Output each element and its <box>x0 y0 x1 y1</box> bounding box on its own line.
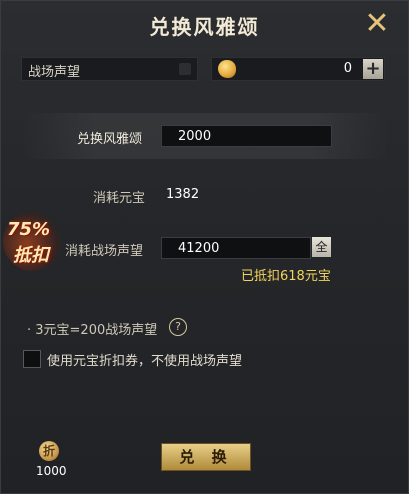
reputation-label: 战场声望 <box>28 65 81 80</box>
discount-label: 抵扣 <box>13 245 49 266</box>
use-coupon-label[interactable]: 使用元宝折扣券，不使用战场声望 <box>47 350 242 369</box>
cost-yuanbao-label: 消耗元宝 <box>93 191 146 206</box>
use-coupon-checkbox[interactable] <box>23 350 41 368</box>
reputation-icon <box>179 63 191 75</box>
discount-badge: 75% 抵扣 <box>3 211 63 271</box>
cost-yuanbao-value: 1382 <box>166 187 200 202</box>
dialog-title: 兑换风雅颂 <box>149 15 260 39</box>
plus-icon[interactable]: + <box>363 59 383 79</box>
exchange-label: 兑换风雅颂 <box>77 132 143 147</box>
yuanbao-value: 0 <box>343 61 352 76</box>
exchange-button[interactable]: 兑 换 <box>161 443 251 471</box>
exchange-dialog: 兑换风雅颂 ✕ 战场声望 0 + 兑换风雅颂 2000 消耗元宝 1382 75… <box>0 0 409 494</box>
cost-reputation-input[interactable]: 41200 <box>161 237 311 259</box>
discount-percent: 75% <box>7 219 51 240</box>
coupon-count: 1000 <box>36 464 67 478</box>
help-icon[interactable]: ? <box>169 318 187 336</box>
exchange-amount-input[interactable]: 2000 <box>161 125 332 147</box>
deduct-note: 已抵扣618元宝 <box>241 269 331 284</box>
yuanbao-bar: 0 + <box>211 57 385 81</box>
close-icon[interactable]: ✕ <box>361 9 393 41</box>
coupon-icon: 折 <box>39 441 59 461</box>
reputation-bar: 战场声望 <box>21 57 198 81</box>
use-all-button[interactable]: 全 <box>312 237 331 257</box>
exchange-rate-text: · 3元宝=200战场声望 <box>27 323 158 338</box>
coin-icon <box>218 60 236 78</box>
cost-reputation-label: 消耗战场声望 <box>65 244 144 259</box>
